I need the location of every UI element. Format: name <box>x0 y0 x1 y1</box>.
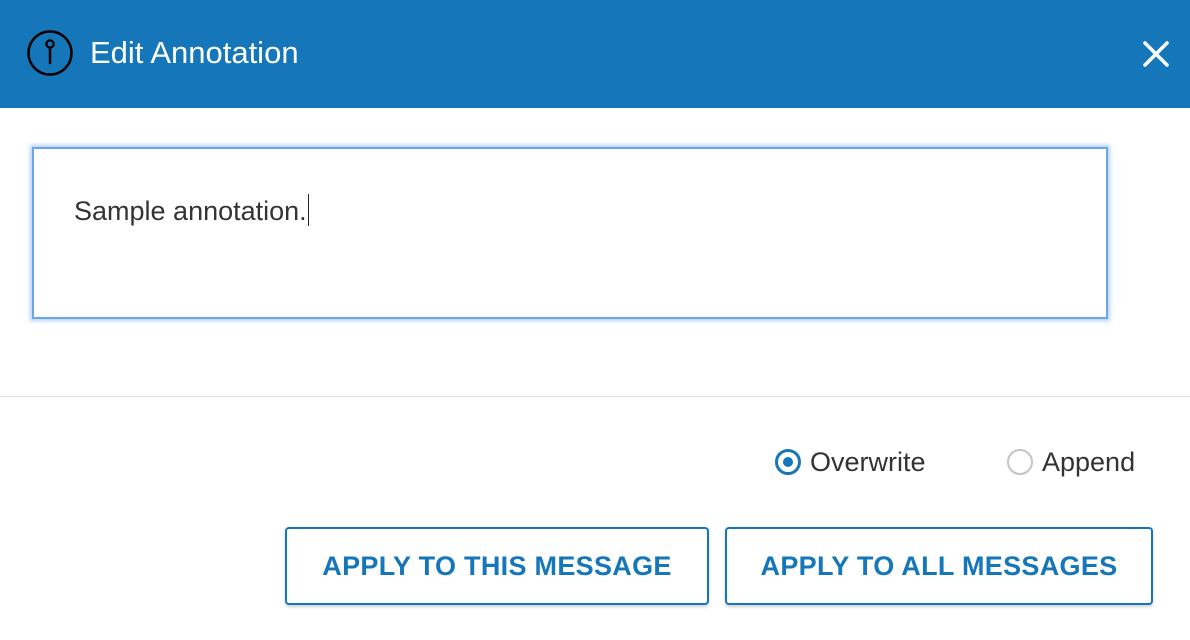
apply-to-all-messages-button[interactable]: APPLY TO ALL MESSAGES <box>725 527 1153 605</box>
radio-append-label: Append <box>1042 446 1136 477</box>
radio-append[interactable]: Append <box>1007 445 1135 479</box>
divider <box>0 396 1190 397</box>
info-icon <box>26 29 74 77</box>
edit-annotation-dialog: Edit Annotation Sample annotation. Overw… <box>0 0 1190 640</box>
apply-to-this-message-button[interactable]: APPLY TO THIS MESSAGE <box>285 527 709 605</box>
radio-checked-icon[interactable] <box>775 449 801 475</box>
dialog-title: Edit Annotation <box>90 35 299 70</box>
close-icon[interactable] <box>1136 34 1176 74</box>
annotation-textarea[interactable]: Sample annotation. <box>32 147 1108 319</box>
annotation-text: Sample annotation. <box>74 196 307 226</box>
annotation-text-line: Sample annotation. <box>74 193 309 229</box>
radio-unchecked-icon[interactable] <box>1007 449 1033 475</box>
dialog-header: Edit Annotation <box>0 0 1190 108</box>
text-caret <box>307 194 309 226</box>
radio-overwrite-label: Overwrite <box>810 446 926 477</box>
radio-overwrite[interactable]: Overwrite <box>775 445 926 479</box>
